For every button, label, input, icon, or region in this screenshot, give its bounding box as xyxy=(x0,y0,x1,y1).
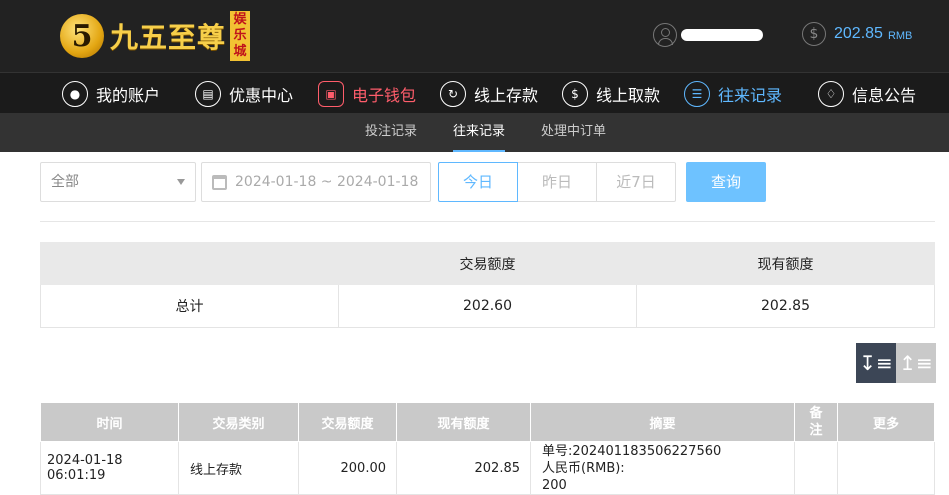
col-more[interactable]: 更多 xyxy=(837,402,935,442)
col-amount[interactable]: 交易额度 xyxy=(298,402,397,442)
summary-header-amount: 交易额度 xyxy=(338,242,637,285)
row-balance: 202.85 xyxy=(396,441,531,495)
balance-unit: RMB xyxy=(887,29,913,42)
summary-header-balance: 现有额度 xyxy=(636,242,935,285)
records-icon: ☰ xyxy=(684,81,710,107)
subtab-transaction-records[interactable]: 往来记录 xyxy=(453,113,506,152)
nav-label: 优惠中心 xyxy=(229,86,294,105)
balance-value: 202.85 xyxy=(834,25,883,42)
date-range-input[interactable]: 2024-01-18 ~ 2024-01-18 xyxy=(201,162,431,202)
nav-deposit[interactable]: ↻ 线上存款 xyxy=(440,79,538,109)
divider xyxy=(40,221,935,222)
summary-total-balance: 202.85 xyxy=(636,284,935,328)
memo-order-number: 单号:202401183506227560 xyxy=(542,443,722,459)
col-note[interactable]: 备注 xyxy=(794,402,838,442)
memo-value: 200 xyxy=(542,477,567,493)
col-memo[interactable]: 摘要 xyxy=(530,402,795,442)
bell-icon: ♢ xyxy=(818,81,844,107)
summary-header-blank xyxy=(40,242,339,285)
query-button[interactable]: 查询 xyxy=(686,162,766,202)
calendar-icon xyxy=(212,175,227,190)
sort-ascending-icon[interactable]: ↥≡ xyxy=(896,343,936,383)
subtab-pending-orders[interactable]: 处理中订单 xyxy=(541,113,606,152)
sort-toggle: ↧≡ ↥≡ xyxy=(856,343,936,383)
records-header-row: 时间 交易类别 交易额度 现有额度 摘要 备注 更多 xyxy=(40,402,935,442)
user-icon xyxy=(653,23,677,47)
summary-row: 总计 202.60 202.85 xyxy=(40,284,935,328)
user-circle-icon: ● xyxy=(62,81,88,107)
summary-total-label: 总计 xyxy=(40,284,339,328)
yesterday-button[interactable]: 昨日 xyxy=(518,162,597,202)
site-logo[interactable]: 5 九五至尊 娱乐城 xyxy=(60,10,251,62)
date-range-value: 2024-01-18 ~ 2024-01-18 xyxy=(235,174,419,190)
nav-promotions[interactable]: ▤ 优惠中心 xyxy=(195,79,293,109)
gift-icon: ▤ xyxy=(195,81,221,107)
main-nav: ● 我的账户 ▤ 优惠中心 ▣ 电子钱包 ↻ 线上存款 $ 线上取款 ☰ 往来记… xyxy=(0,72,949,113)
nav-label: 信息公告 xyxy=(852,86,917,105)
row-amount: 200.00 xyxy=(298,441,397,495)
summary-header-row: 交易额度 现有额度 xyxy=(40,242,935,285)
row-time: 2024-01-18 06:01:19 xyxy=(40,441,179,495)
nav-announcements[interactable]: ♢ 信息公告 xyxy=(818,79,916,109)
type-select[interactable]: 全部 xyxy=(40,162,196,202)
subtab-bet-records[interactable]: 投注记录 xyxy=(365,113,417,152)
logo-badge: 5 xyxy=(60,14,104,58)
wallet-icon: ▣ xyxy=(318,81,344,107)
nav-label: 我的账户 xyxy=(96,86,161,105)
nav-label: 电子钱包 xyxy=(352,86,417,105)
records-table: 时间 交易类别 交易额度 现有额度 摘要 备注 更多 2024-01-18 06… xyxy=(40,402,935,495)
row-memo: 单号:202401183506227560 人民币(RMB): 200 xyxy=(530,441,795,495)
chevron-down-icon xyxy=(177,179,185,185)
nav-my-account[interactable]: ● 我的账户 xyxy=(62,79,160,109)
nav-wallet[interactable]: ▣ 电子钱包 xyxy=(318,79,416,109)
today-button[interactable]: 今日 xyxy=(438,162,518,202)
nav-label: 往来记录 xyxy=(718,86,783,105)
summary-total-amount: 202.60 xyxy=(338,284,637,328)
nav-label: 线上取款 xyxy=(596,86,661,105)
deposit-icon: ↻ xyxy=(440,81,466,107)
sub-nav: 投注记录 往来记录 处理中订单 xyxy=(0,113,949,152)
type-select-value: 全部 xyxy=(51,174,79,190)
table-row[interactable]: 2024-01-18 06:01:19 线上存款 200.00 202.85 单… xyxy=(40,441,935,495)
nav-label: 线上存款 xyxy=(474,86,539,105)
balance-display: $ 202.85 RMB xyxy=(802,22,912,46)
nav-withdraw[interactable]: $ 线上取款 xyxy=(562,79,660,109)
col-time[interactable]: 时间 xyxy=(40,402,179,442)
logo-text: 九五至尊 xyxy=(110,21,227,54)
logo-subtext: 娱乐城 xyxy=(230,11,251,61)
summary-table: 交易额度 现有额度 总计 202.60 202.85 xyxy=(40,242,935,328)
row-type: 线上存款 xyxy=(178,441,299,495)
col-type[interactable]: 交易类别 xyxy=(178,402,299,442)
nav-records[interactable]: ☰ 往来记录 xyxy=(684,79,782,109)
col-balance[interactable]: 现有额度 xyxy=(396,402,531,442)
username-masked xyxy=(681,29,763,41)
last-7-days-button[interactable]: 近7日 xyxy=(597,162,676,202)
quick-date-buttons: 今日 昨日 近7日 xyxy=(438,162,676,202)
dollar-icon: $ xyxy=(802,22,826,46)
sort-descending-icon[interactable]: ↧≡ xyxy=(856,343,896,383)
withdraw-icon: $ xyxy=(562,81,588,107)
memo-currency: 人民币(RMB): xyxy=(542,460,625,476)
top-header: 5 九五至尊 娱乐城 $ 202.85 RMB xyxy=(0,0,949,72)
row-note xyxy=(794,441,838,495)
row-more[interactable] xyxy=(837,441,935,495)
user-info[interactable] xyxy=(653,23,763,47)
